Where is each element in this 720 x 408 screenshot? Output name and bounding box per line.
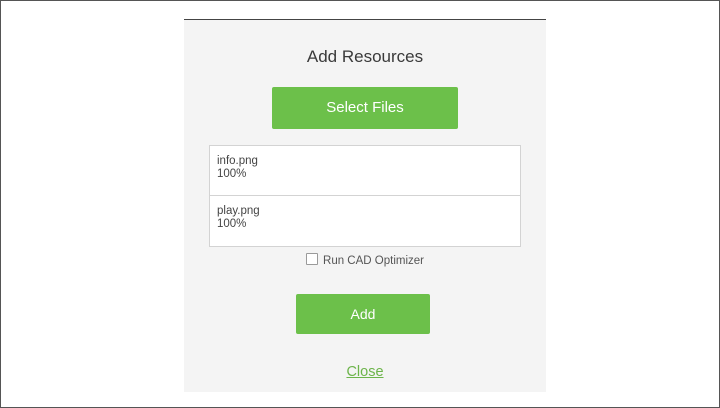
add-resources-dialog: Add Resources Select Files info.png 100%… [184,19,546,392]
close-link[interactable]: Close [184,364,546,380]
list-item: info.png 100% [210,146,520,196]
file-list: info.png 100% play.png 100% [209,145,521,247]
cad-optimizer-option: Run CAD Optimizer [184,253,546,267]
cad-optimizer-checkbox[interactable] [306,253,319,265]
dialog-title: Add Resources [306,47,424,66]
file-progress: 100% [217,218,247,230]
add-button[interactable]: Add [296,294,430,334]
cad-optimizer-label: Run CAD Optimizer [323,255,424,267]
select-files-button[interactable]: Select Files [272,87,458,129]
file-name: play.png [217,205,260,217]
file-name: info.png [217,155,258,167]
file-progress: 100% [217,168,247,180]
window-frame: Add Resources Select Files info.png 100%… [0,0,720,408]
list-item: play.png 100% [210,196,520,246]
